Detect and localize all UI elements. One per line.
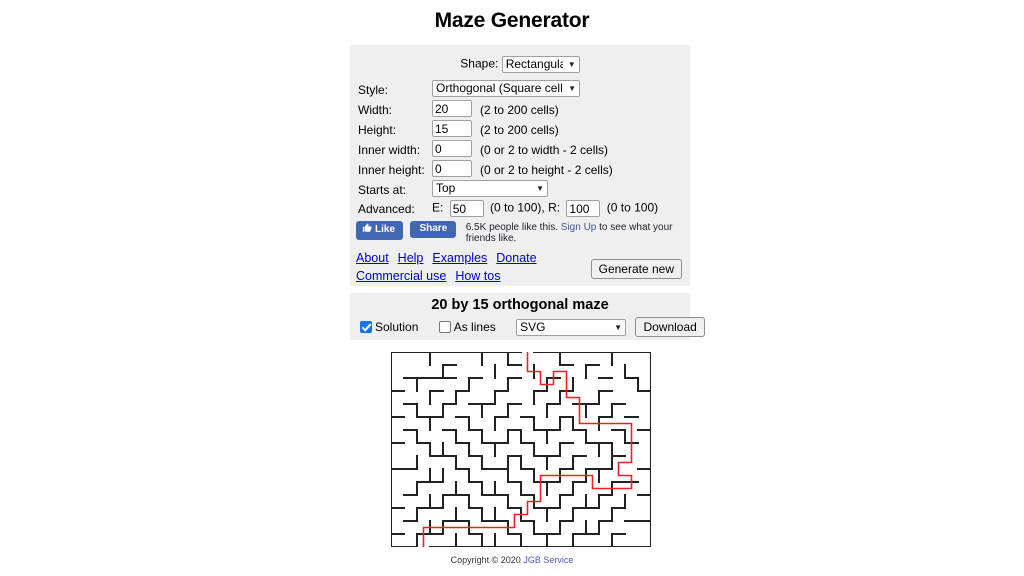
shape-row: Shape: Rectangular ▼ <box>350 45 690 73</box>
form-fields-table: Style: Orthogonal (Square cells) ▼ Width… <box>358 80 658 217</box>
maze-canvas[interactable] <box>390 351 652 548</box>
solution-checkbox-group[interactable]: Solution <box>360 320 422 334</box>
inner-width-row: Inner width: (0 or 2 to width - 2 cells) <box>358 140 658 160</box>
advanced-r-input[interactable] <box>566 200 601 217</box>
inner-height-hint: (0 or 2 to height - 2 cells) <box>480 163 613 177</box>
link-donate[interactable]: Donate <box>496 251 536 265</box>
maze-heading: 20 by 15 orthogonal maze <box>431 297 609 313</box>
advanced-e-label: E: <box>432 200 444 215</box>
generate-new-button[interactable]: Generate new <box>590 259 682 279</box>
page-title: Maze Generator <box>434 9 590 32</box>
height-hint: (2 to 200 cells) <box>480 123 559 137</box>
style-label: Style: <box>358 83 389 97</box>
copyright-text: Copyright © 2020 <box>450 555 524 565</box>
like-count: 6.5K people like this. <box>465 222 558 233</box>
inner-width-hint: (0 or 2 to width - 2 cells) <box>480 143 609 157</box>
facebook-like-count-text: 6.5K people like this. Sign Up to see wh… <box>466 221 688 244</box>
footer-link-jgb-service[interactable]: JGB Service <box>523 555 573 565</box>
generator-form-panel: Shape: Rectangular ▼ Style: Orthogonal (… <box>350 45 690 286</box>
facebook-signup-link[interactable]: Sign Up <box>561 222 597 233</box>
maze-generator-page: Maze Generator Shape: Rectangular ▼ Styl… <box>0 0 1024 576</box>
advanced-e-hint: (0 to 100), R: <box>490 200 561 215</box>
height-label: Height: <box>358 123 397 137</box>
inner-height-row: Inner height: (0 or 2 to height - 2 cell… <box>358 160 658 180</box>
format-select[interactable]: SVG <box>516 319 627 337</box>
advanced-r-hint: (0 to 100) <box>606 200 659 215</box>
facebook-like-label: Like <box>375 224 396 235</box>
as-lines-label: As lines <box>453 320 496 334</box>
as-lines-checkbox-group[interactable]: As lines <box>438 320 499 334</box>
inner-width-input[interactable] <box>432 140 472 157</box>
advanced-label: Advanced: <box>358 201 415 216</box>
advanced-e-input[interactable] <box>449 200 484 217</box>
maze-output-panel: 20 by 15 orthogonal maze Solution As lin… <box>350 293 705 340</box>
starts-at-label: Starts at: <box>358 183 407 197</box>
thumbs-up-icon <box>362 223 372 237</box>
style-select[interactable]: Orthogonal (Square cells) <box>432 80 580 97</box>
facebook-share-button[interactable]: Share <box>410 221 457 238</box>
height-input[interactable] <box>432 120 472 137</box>
shape-select[interactable]: Rectangular <box>501 56 580 73</box>
style-select-wrapper[interactable]: Orthogonal (Square cells) ▼ <box>432 80 580 97</box>
as-lines-checkbox[interactable] <box>438 321 451 333</box>
maze-controls-row: Solution As lines SVG ▼ Download <box>350 313 705 337</box>
width-row: Width: (2 to 200 cells) <box>358 100 658 120</box>
footer: Copyright © 2020 JGB Service <box>0 555 1024 565</box>
facebook-share-label: Share <box>419 223 448 234</box>
link-help[interactable]: Help <box>398 251 424 265</box>
height-row: Height: (2 to 200 cells) <box>358 120 658 140</box>
width-hint: (2 to 200 cells) <box>480 103 559 117</box>
width-input[interactable] <box>432 100 472 117</box>
shape-label: Shape: <box>460 56 499 71</box>
style-row: Style: Orthogonal (Square cells) ▼ <box>358 80 658 100</box>
starts-at-select[interactable]: Top <box>432 180 548 197</box>
inner-height-input[interactable] <box>432 160 472 177</box>
facebook-social-row: Like Share 6.5K people like this. Sign U… <box>350 217 690 244</box>
advanced-row: Advanced: E: (0 to 100), R: (0 to 100) <box>358 200 658 217</box>
format-select-wrapper[interactable]: SVG ▼ <box>516 319 627 337</box>
link-how-tos[interactable]: How tos <box>455 269 500 283</box>
solution-label: Solution <box>375 320 419 334</box>
starts-at-select-wrapper[interactable]: Top ▼ <box>432 180 548 197</box>
download-button[interactable]: Download <box>635 317 705 337</box>
generate-new-wrapper: Generate new <box>590 259 682 279</box>
starts-at-row: Starts at: Top ▼ <box>358 180 658 200</box>
width-label: Width: <box>358 103 393 117</box>
inner-height-label: Inner height: <box>358 163 425 177</box>
shape-select-wrapper[interactable]: Rectangular ▼ <box>501 56 580 73</box>
facebook-like-button[interactable]: Like <box>356 221 404 240</box>
maze-svg <box>390 351 652 548</box>
solution-checkbox[interactable] <box>360 321 372 333</box>
link-about[interactable]: About <box>356 251 389 265</box>
link-examples[interactable]: Examples <box>432 251 487 265</box>
link-commercial-use[interactable]: Commercial use <box>356 269 446 283</box>
inner-width-label: Inner width: <box>358 143 421 157</box>
